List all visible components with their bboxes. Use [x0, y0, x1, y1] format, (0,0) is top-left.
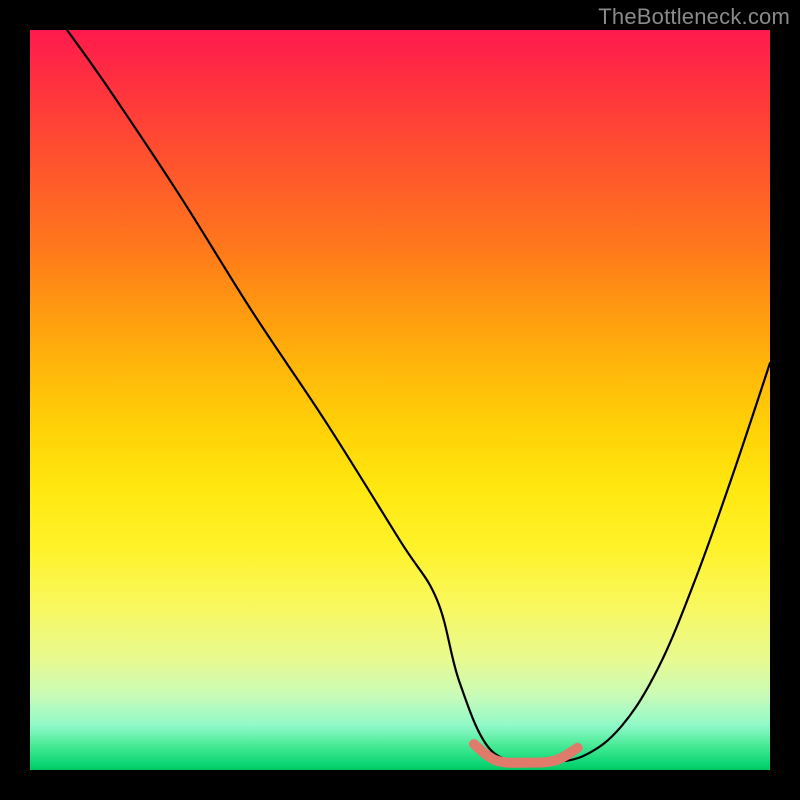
- chart-frame: TheBottleneck.com: [0, 0, 800, 800]
- curve-layer: [30, 30, 770, 770]
- watermark-text: TheBottleneck.com: [598, 4, 790, 30]
- main-curve: [67, 30, 770, 764]
- optimal-range-segment: [474, 744, 578, 763]
- plot-area: [30, 30, 770, 770]
